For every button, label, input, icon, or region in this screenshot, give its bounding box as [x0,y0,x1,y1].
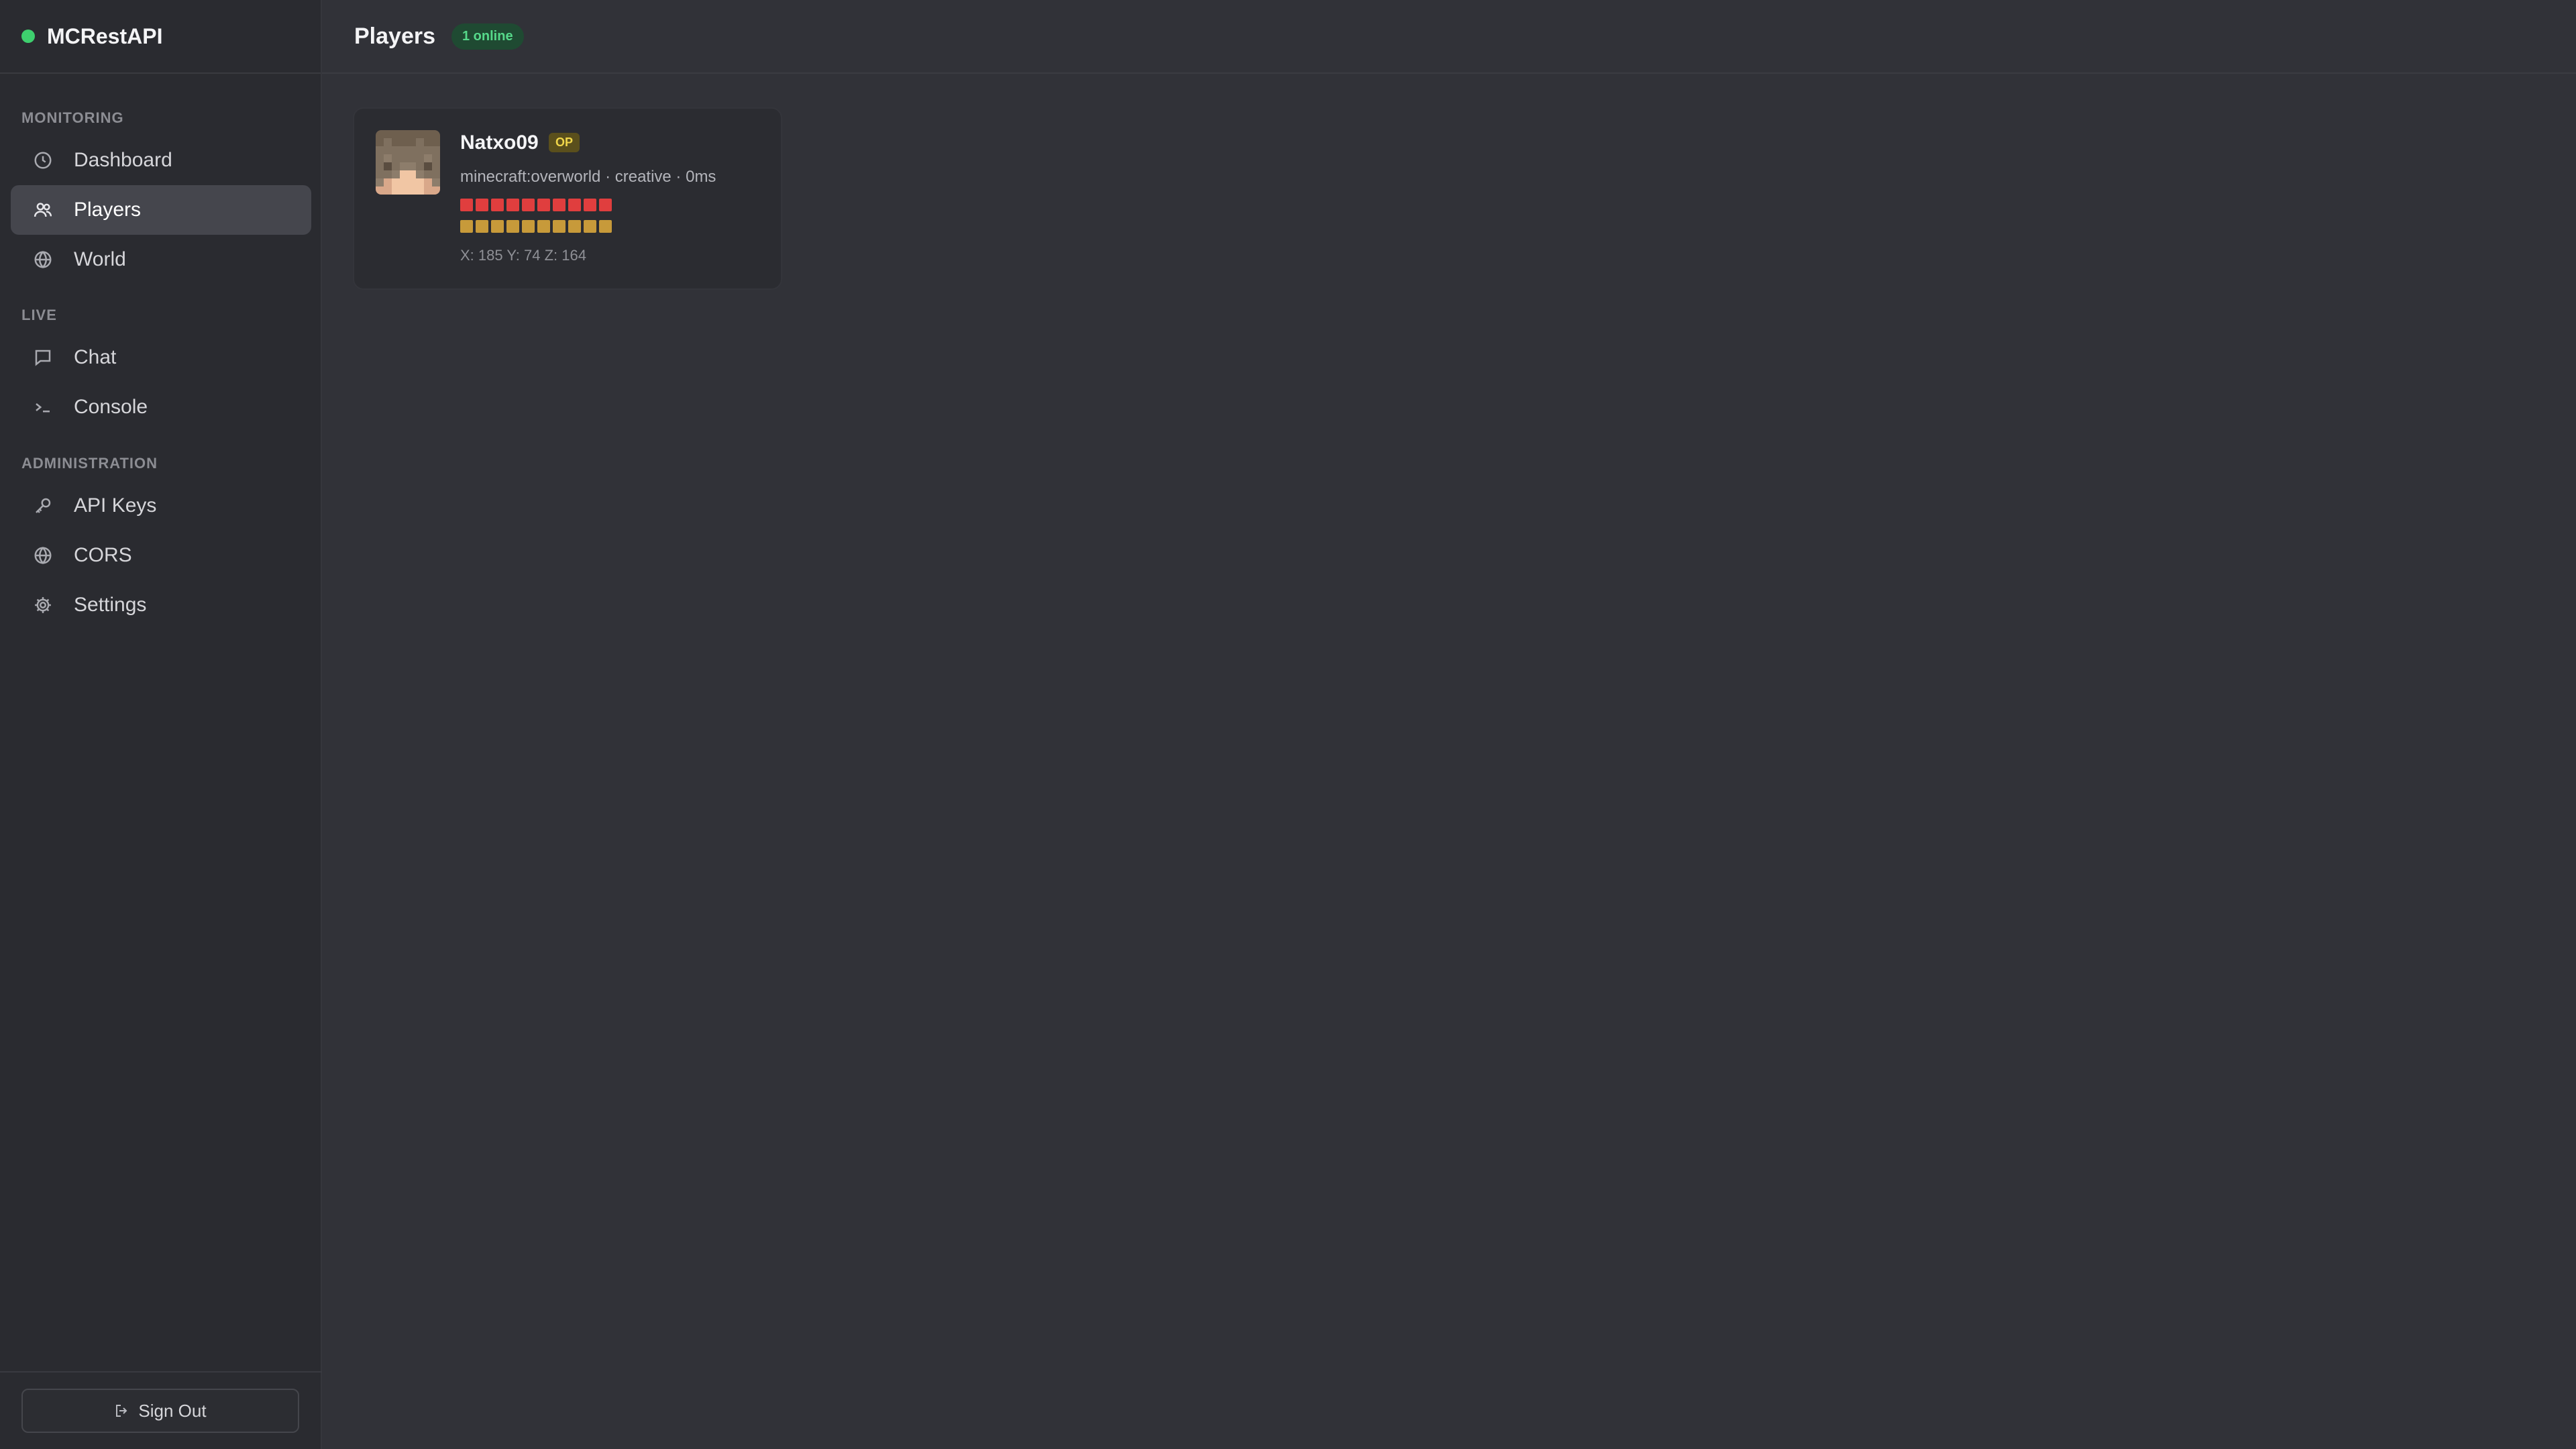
player-name: Natxo09 [460,131,539,154]
health-pip [599,199,612,211]
food-pip [506,220,519,233]
sidebar-footer: Sign Out [0,1371,322,1449]
brand: MCRestAPI [0,0,321,74]
terminal-icon [32,396,54,418]
food-bar [460,220,612,233]
sign-out-button[interactable]: Sign Out [21,1389,299,1433]
player-meta: minecraft:overworld · creative · 0ms [460,168,716,186]
sidebar-item-cors[interactable]: CORS [11,531,311,580]
sidebar-item-console[interactable]: Console [11,382,311,432]
sidebar-item-label: Console [74,396,148,418]
food-pip [584,220,596,233]
health-pip [506,199,519,211]
gear-icon [32,594,54,616]
sidebar-item-label: Players [74,199,142,221]
health-pip [476,199,488,211]
section-label-monitoring: MONITORING [21,109,124,126]
food-pip [568,220,581,233]
health-bar [460,199,612,211]
health-pip [537,199,550,211]
food-pip [476,220,488,233]
globe-icon [32,249,54,270]
health-pip [584,199,596,211]
sign-out-label: Sign Out [138,1400,207,1421]
op-badge: OP [549,133,580,152]
sidebar-item-label: CORS [74,544,132,566]
player-coordinates: X: 185 Y: 74 Z: 164 [460,247,586,264]
users-icon [32,199,54,221]
sidebar-item-label: Dashboard [74,149,172,171]
food-pip [460,220,473,233]
clock-icon [32,150,54,171]
food-pip [537,220,550,233]
player-avatar [376,130,440,195]
sidebar-item-players[interactable]: Players [11,185,311,235]
sidebar-item-api-keys[interactable]: API Keys [11,481,311,531]
sidebar-item-label: Settings [74,594,147,616]
health-pip [460,199,473,211]
sidebar-item-label: API Keys [74,494,157,517]
key-icon [32,495,54,517]
sidebar: MCRestAPI MONITORING Dashboard Players W… [0,0,322,1449]
app-name: MCRestAPI [47,23,163,48]
sidebar-item-chat[interactable]: Chat [11,333,311,382]
player-card[interactable]: Natxo09 OP minecraft:overworld · creativ… [353,107,782,290]
sidebar-item-label: World [74,248,126,270]
food-pip [491,220,504,233]
page-title: Players [354,23,435,49]
section-label-live: LIVE [21,307,57,323]
health-pip [491,199,504,211]
top-bar: Players 1 online [322,0,2576,74]
health-pip [522,199,535,211]
food-pip [522,220,535,233]
health-pip [553,199,566,211]
sidebar-item-label: Chat [74,346,117,368]
health-pip [568,199,581,211]
chat-icon [32,347,54,368]
sidebar-item-settings[interactable]: Settings [11,580,311,630]
sidebar-item-dashboard[interactable]: Dashboard [11,136,311,185]
section-label-administration: ADMINISTRATION [21,455,158,472]
globe-icon [32,545,54,566]
status-dot [21,30,35,43]
online-count-badge: 1 online [451,23,524,50]
sidebar-item-world[interactable]: World [11,235,311,284]
food-pip [599,220,612,233]
food-pip [553,220,566,233]
logout-icon [116,1405,127,1417]
